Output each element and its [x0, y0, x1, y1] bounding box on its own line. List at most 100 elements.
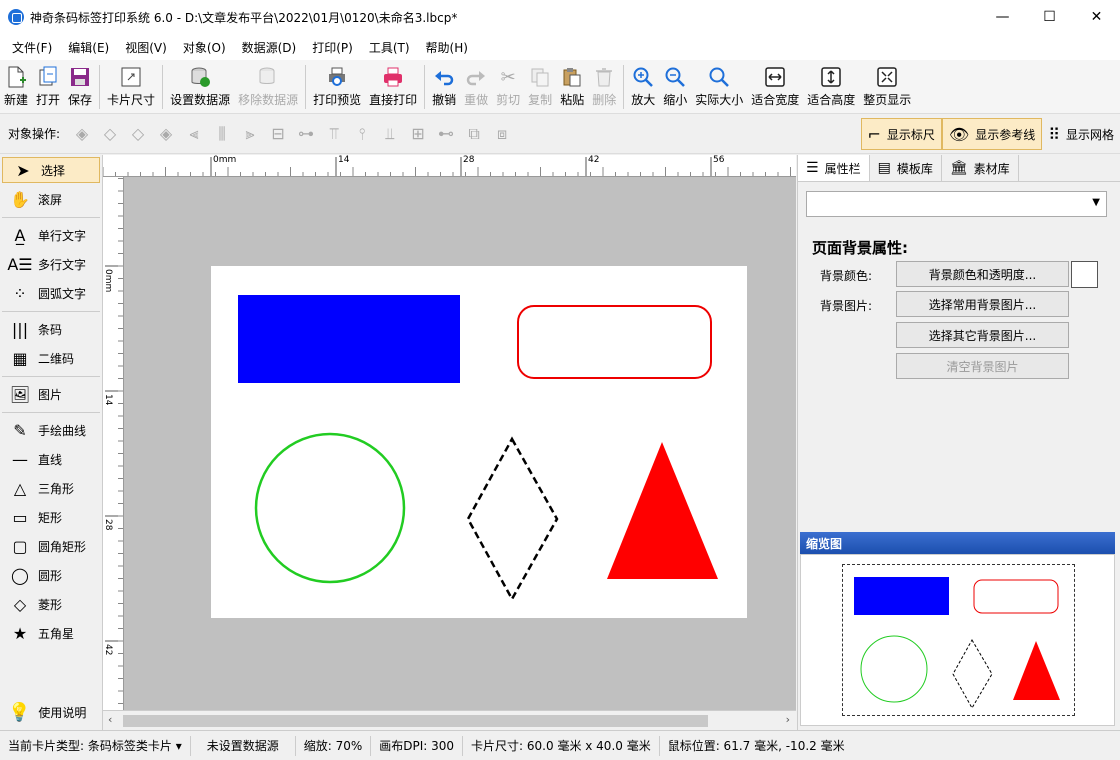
- align-center-icon[interactable]: ⫼: [209, 121, 235, 147]
- common-bg-image-button[interactable]: 选择常用背景图片...: [896, 291, 1069, 317]
- tool-circle[interactable]: ◯ 圆形: [0, 561, 102, 590]
- bg-color-swatch[interactable]: [1071, 261, 1098, 288]
- bring-front-icon[interactable]: ◈: [69, 121, 95, 147]
- fit-height-button[interactable]: 适合高度: [803, 61, 859, 113]
- horizontal-scrollbar[interactable]: ‹ ›: [103, 710, 796, 730]
- copy-button[interactable]: 复制: [524, 61, 556, 113]
- open-button[interactable]: 打开: [32, 61, 64, 113]
- menu-view[interactable]: 视图(V): [117, 39, 175, 56]
- thumb-green-circle: [860, 635, 928, 703]
- distribute-vertical-icon[interactable]: ⊞: [405, 121, 431, 147]
- align-bottom-icon[interactable]: ⫫: [377, 121, 403, 147]
- show-ruler-toggle[interactable]: ⌐ 显示标尺: [860, 118, 942, 150]
- status-card-type[interactable]: 当前卡片类型: 条码标签类卡片 ▾: [0, 735, 191, 756]
- menu-edit[interactable]: 编辑(E): [60, 39, 117, 56]
- tool-diamond[interactable]: ◇ 菱形: [0, 590, 102, 619]
- menu-print[interactable]: 打印(P): [304, 39, 361, 56]
- direct-print-button[interactable]: 直接打印: [365, 61, 421, 113]
- maximize-button[interactable]: ☐: [1026, 0, 1073, 34]
- bring-forward-icon[interactable]: ◇: [97, 121, 123, 147]
- blue-rectangle[interactable]: [238, 295, 460, 383]
- group-icon[interactable]: ⧉: [461, 121, 487, 147]
- ungroup-icon[interactable]: ⧈: [489, 121, 515, 147]
- scroll-left-icon[interactable]: ‹: [108, 713, 112, 726]
- tool-star[interactable]: ★ 五角星: [0, 619, 102, 648]
- paste-button[interactable]: 粘贴: [556, 61, 588, 113]
- save-button[interactable]: 保存: [64, 61, 96, 113]
- main-toolbar: 新建 打开 保存 卡片尺寸 设置数据源 移除数据源 打印预览 直接打印 撤销 重…: [0, 60, 1120, 114]
- space-vertical-icon[interactable]: ⊷: [433, 121, 459, 147]
- zoom-out-button[interactable]: 缩小: [659, 61, 691, 113]
- redo-button[interactable]: 重做: [460, 61, 492, 113]
- dashed-diamond[interactable]: [466, 436, 559, 602]
- tool-triangle[interactable]: △ 三角形: [0, 474, 102, 503]
- show-grid-toggle[interactable]: ⠿ 显示网格: [1042, 118, 1120, 150]
- menu-object[interactable]: 对象(O): [175, 39, 234, 56]
- card-size-button[interactable]: 卡片尺寸: [103, 61, 159, 113]
- tab-materials[interactable]: 🏛 素材库: [942, 155, 1019, 181]
- object-select-dropdown[interactable]: ▼: [806, 191, 1107, 217]
- tool-scroll[interactable]: ✋ 滚屏: [0, 185, 102, 214]
- actual-size-button[interactable]: 实际大小: [691, 61, 747, 113]
- scroll-thumb[interactable]: [123, 715, 708, 727]
- bg-image-label: 背景图片:: [820, 299, 873, 313]
- tool-arc-text[interactable]: ⁘ 圆弧文字: [0, 279, 102, 308]
- close-button[interactable]: ✕: [1073, 0, 1120, 34]
- fit-width-button[interactable]: 适合宽度: [747, 61, 803, 113]
- tool-qrcode[interactable]: ▦ 二维码: [0, 344, 102, 373]
- design-canvas[interactable]: [124, 177, 796, 710]
- database-icon: [188, 65, 212, 89]
- align-middle-icon[interactable]: ⫯: [349, 121, 375, 147]
- menu-help[interactable]: 帮助(H): [418, 39, 476, 56]
- align-left-icon[interactable]: ⫷: [181, 121, 207, 147]
- tool-multi-text[interactable]: A☰ 多行文字: [0, 250, 102, 279]
- print-preview-button[interactable]: 打印预览: [309, 61, 365, 113]
- menu-tools[interactable]: 工具(T): [361, 39, 418, 56]
- help-button[interactable]: 💡 使用说明: [0, 698, 102, 726]
- tool-image[interactable]: 🖼 图片: [0, 380, 102, 409]
- minimize-button[interactable]: —: [979, 0, 1026, 34]
- tool-select[interactable]: ➤ 选择: [2, 157, 100, 183]
- tool-barcode[interactable]: ||| 条码: [0, 315, 102, 344]
- send-backward-icon[interactable]: ◇: [125, 121, 151, 147]
- distribute-horizontal-icon[interactable]: ⊟: [265, 121, 291, 147]
- other-bg-image-button[interactable]: 选择其它背景图片...: [896, 322, 1069, 348]
- send-back-icon[interactable]: ◈: [153, 121, 179, 147]
- zoom-in-button[interactable]: 放大: [627, 61, 659, 113]
- show-guides-toggle[interactable]: 👁 显示参考线: [941, 118, 1043, 150]
- thumb-blue-rectangle: [854, 577, 949, 615]
- tool-freehand[interactable]: ✎ 手绘曲线: [0, 416, 102, 445]
- remove-datasource-button[interactable]: 移除数据源: [234, 61, 302, 113]
- arc-text-icon: ⁘: [13, 284, 27, 303]
- tool-rectangle[interactable]: ▭ 矩形: [0, 503, 102, 532]
- thumbnail-view[interactable]: [800, 554, 1115, 726]
- align-top-icon[interactable]: ⫪: [321, 121, 347, 147]
- tab-templates[interactable]: ▤ 模板库: [870, 155, 942, 181]
- zoom-in-icon: [631, 65, 655, 89]
- new-button[interactable]: 新建: [0, 61, 32, 113]
- red-triangle[interactable]: [607, 442, 718, 579]
- menu-file[interactable]: 文件(F): [4, 39, 60, 56]
- cut-button[interactable]: ✂ 剪切: [492, 61, 524, 113]
- scroll-right-icon[interactable]: ›: [786, 713, 790, 726]
- align-right-icon[interactable]: ⫸: [237, 121, 263, 147]
- delete-button[interactable]: 删除: [588, 61, 620, 113]
- undo-button[interactable]: 撤销: [428, 61, 460, 113]
- tool-single-text[interactable]: A̲ 单行文字: [0, 221, 102, 250]
- tool-line[interactable]: — 直线: [0, 445, 102, 474]
- clear-bg-image-button[interactable]: 清空背景图片: [896, 353, 1069, 379]
- label-card[interactable]: [211, 266, 747, 618]
- set-datasource-button[interactable]: 设置数据源: [166, 61, 234, 113]
- fit-page-button[interactable]: 整页显示: [859, 61, 915, 113]
- space-horizontal-icon[interactable]: ⊶: [293, 121, 319, 147]
- red-rounded-rectangle[interactable]: [517, 305, 712, 379]
- hand-icon: ✋: [10, 190, 30, 209]
- ruler-left-label-28: 28: [103, 519, 113, 531]
- thumbnail-card: [842, 564, 1075, 716]
- menu-datasource[interactable]: 数据源(D): [234, 39, 305, 56]
- fit-height-icon: [819, 65, 843, 89]
- tool-rounded-rect[interactable]: ▢ 圆角矩形: [0, 532, 102, 561]
- bg-color-button[interactable]: 背景颜色和透明度...: [896, 261, 1069, 287]
- tab-properties[interactable]: ☰ 属性栏: [798, 155, 870, 181]
- green-circle[interactable]: [254, 432, 406, 584]
